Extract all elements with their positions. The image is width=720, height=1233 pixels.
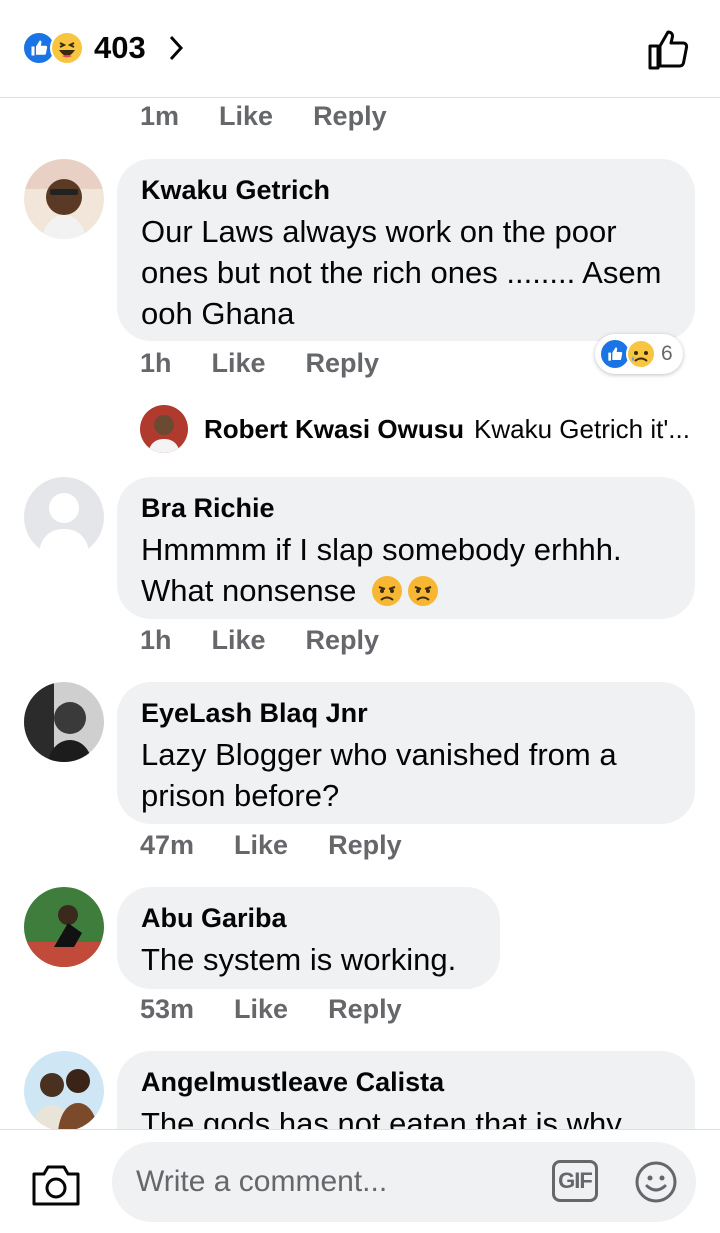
like-link[interactable]: Like — [234, 830, 288, 861]
gif-button[interactable]: GIF — [552, 1160, 598, 1202]
comment-text: Lazy Blogger who vanished from a prison … — [141, 737, 617, 813]
reactions-header: 403 — [0, 0, 720, 98]
sad-icon — [626, 339, 656, 369]
avatar[interactable] — [24, 159, 104, 239]
reply-link[interactable]: Reply — [306, 625, 380, 656]
emoji-icon[interactable] — [634, 1160, 678, 1204]
reaction-count: 6 — [661, 342, 673, 365]
comment-feed[interactable]: 1m Like Reply Kwaku Getrich Our Laws alw… — [0, 99, 720, 1129]
comment-author[interactable]: Abu Gariba — [141, 901, 476, 935]
comment-input[interactable]: Write a comment... — [112, 1142, 696, 1222]
camera-icon[interactable] — [30, 1162, 82, 1208]
haha-icon — [50, 31, 84, 65]
like-link[interactable]: Like — [212, 348, 266, 379]
comment-meta: 1h Like Reply — [140, 348, 419, 379]
thumbs-up-icon[interactable] — [646, 26, 692, 72]
comment-author[interactable]: Bra Richie — [141, 491, 671, 525]
comment-author[interactable]: Kwaku Getrich — [141, 173, 671, 207]
frown-icon — [372, 576, 403, 606]
reply-author[interactable]: Robert Kwasi Owusu — [204, 414, 464, 445]
comment-author[interactable]: Angelmustleave Calista — [141, 1065, 671, 1099]
frown-icon — [408, 576, 439, 606]
comment-time: 1h — [140, 348, 172, 378]
comment-bubble[interactable]: Kwaku Getrich Our Laws always work on th… — [117, 159, 695, 341]
reply-link[interactable]: Reply — [328, 994, 402, 1025]
comment-author[interactable]: EyeLash Blaq Jnr — [141, 696, 671, 730]
reply-link[interactable]: Reply — [313, 101, 387, 132]
avatar[interactable] — [24, 682, 104, 762]
avatar[interactable] — [24, 887, 104, 967]
like-link[interactable]: Like — [212, 625, 266, 656]
comment-composer: Write a comment... — [0, 1129, 720, 1233]
comment-text: The gods has not eaten that is why — [141, 1106, 622, 1129]
comment-bubble[interactable]: EyeLash Blaq Jnr Lazy Blogger who vanish… — [117, 682, 695, 824]
like-link[interactable]: Like — [219, 101, 273, 132]
comment-time: 1h — [140, 625, 172, 655]
comment-meta: 53m Like Reply — [140, 994, 442, 1025]
reaction-count: 403 — [94, 30, 146, 65]
comment-meta: 47m Like Reply — [140, 830, 442, 861]
comment-meta: 1h Like Reply — [140, 625, 419, 656]
comment-bubble[interactable]: Bra Richie Hmmmm if I slap somebody erhh… — [117, 477, 695, 619]
comment-text: Our Laws always work on the poor ones bu… — [141, 214, 662, 331]
reply-preview[interactable]: Robert Kwasi Owusu Kwaku Getrich it'... — [140, 404, 690, 454]
comment-input-placeholder: Write a comment... — [136, 1165, 388, 1198]
avatar[interactable] — [24, 1051, 104, 1129]
reply-text: Kwaku Getrich it'... — [474, 413, 690, 444]
avatar — [140, 405, 188, 453]
avatar[interactable] — [24, 477, 104, 557]
comment-time: 47m — [140, 830, 195, 860]
comment-reactions[interactable]: 6 — [595, 334, 683, 374]
comment-text: Hmmmm if I slap somebody erhhh. What non… — [141, 529, 671, 611]
comment-text: The system is working. — [141, 942, 457, 977]
comment-bubble[interactable]: Angelmustleave Calista The gods has not … — [117, 1051, 695, 1129]
chevron-right-icon[interactable] — [168, 34, 184, 62]
comment-meta: 1m Like Reply — [140, 101, 427, 132]
like-link[interactable]: Like — [234, 994, 288, 1025]
reaction-summary[interactable]: 403 — [22, 28, 184, 68]
comment-time: 1m — [140, 101, 180, 131]
reply-link[interactable]: Reply — [328, 830, 402, 861]
comment-bubble[interactable]: Abu Gariba The system is working. — [117, 887, 500, 989]
reply-link[interactable]: Reply — [306, 348, 380, 379]
comment-time: 53m — [140, 994, 195, 1024]
